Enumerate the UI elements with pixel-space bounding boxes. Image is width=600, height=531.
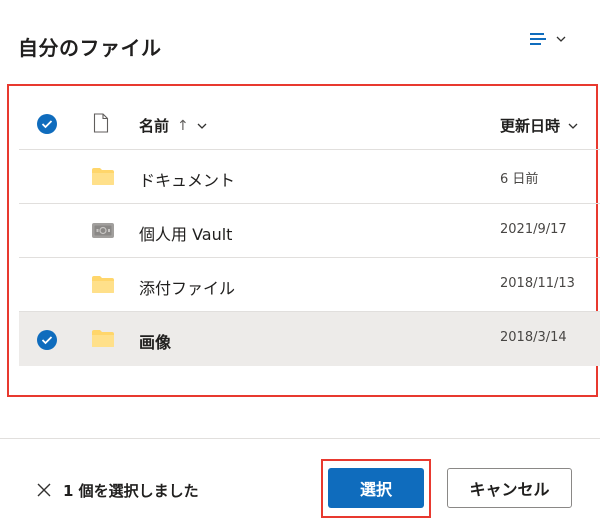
file-modified: 2018/11/13 xyxy=(500,276,575,291)
list-header: 名前 ↑ 更新日時 xyxy=(19,96,600,150)
chevron-down-icon xyxy=(197,123,207,129)
row-checkbox[interactable] xyxy=(37,330,57,350)
file-name: 個人用 Vault xyxy=(139,225,233,244)
folder-icon xyxy=(92,330,114,347)
checkmark-icon xyxy=(41,120,53,129)
page-title: 自分のファイル xyxy=(18,36,162,60)
file-modified: 2021/9/17 xyxy=(500,222,567,237)
file-type-icon xyxy=(93,113,109,133)
clear-selection-icon[interactable] xyxy=(36,482,52,498)
view-options-button[interactable] xyxy=(530,28,576,50)
select-all-checkbox[interactable] xyxy=(37,114,57,134)
file-modified: 6 日前 xyxy=(500,172,539,187)
file-name: 添付ファイル xyxy=(139,279,236,298)
name-column-header[interactable]: 名前 ↑ xyxy=(139,115,207,136)
table-row[interactable]: 添付ファイル 2018/11/13 xyxy=(19,258,600,312)
file-name: ドキュメント xyxy=(139,171,236,190)
name-column-label: 名前 xyxy=(139,117,170,135)
folder-icon xyxy=(92,168,114,185)
selection-count: 1 個を選択しました xyxy=(63,482,199,500)
table-row-selected[interactable]: 画像 2018/3/14 xyxy=(19,312,600,366)
modified-column-header[interactable]: 更新日時 xyxy=(500,115,578,136)
folder-icon xyxy=(92,276,114,293)
file-list: 名前 ↑ 更新日時 ドキュメント 6 日前 個人用 Vault 2021/9/1… xyxy=(19,96,600,366)
modified-column-label: 更新日時 xyxy=(500,117,561,135)
vault-icon xyxy=(92,223,114,238)
footer-divider xyxy=(0,438,600,439)
sort-ascending-icon: ↑ xyxy=(177,117,189,134)
file-name: 画像 xyxy=(139,333,172,352)
table-row[interactable]: 個人用 Vault 2021/9/17 xyxy=(19,204,600,258)
cancel-button[interactable]: キャンセル xyxy=(447,468,572,508)
chevron-down-icon xyxy=(556,36,566,42)
checkmark-icon xyxy=(41,336,53,345)
table-row[interactable]: ドキュメント 6 日前 xyxy=(19,150,600,204)
file-modified: 2018/3/14 xyxy=(500,330,567,345)
list-view-icon xyxy=(530,31,546,47)
chevron-down-icon xyxy=(568,123,578,129)
select-button[interactable]: 選択 xyxy=(328,468,424,508)
